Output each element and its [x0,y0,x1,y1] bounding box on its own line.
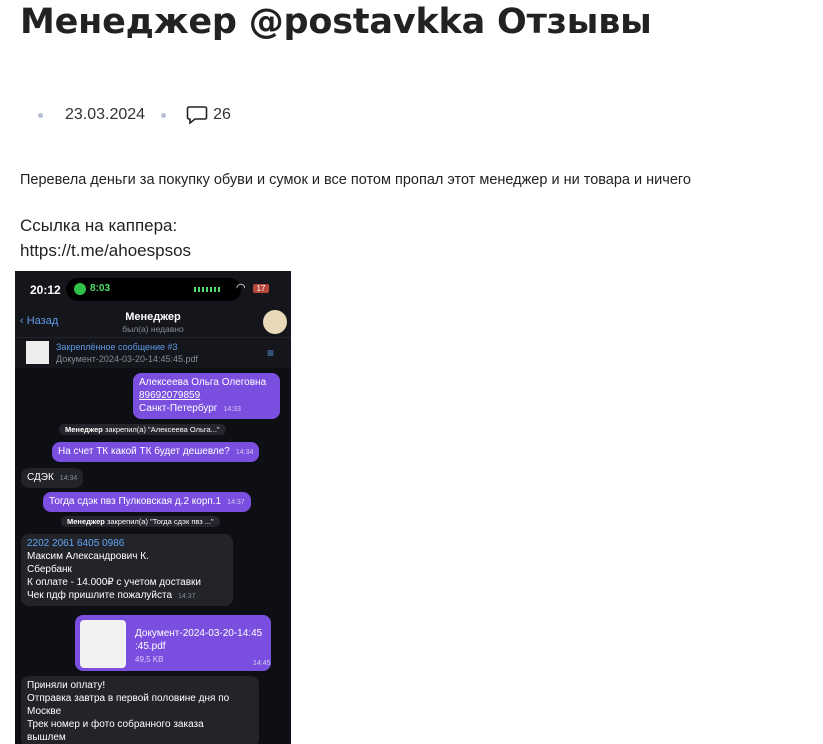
message-bubble: 2202 2061 6405 0986 Максим Александрович… [21,534,233,606]
phone-call-icon [74,283,86,295]
message-text: Отправка завтра в первой половине дня по [27,693,230,704]
system-message: Менеджер закрепил(а) "Тогда сдэк пвз ...… [61,516,220,527]
pinned-title: Закреплённое сообщение #3 [56,342,178,352]
link-label: Ссылка на каппера: [20,216,178,235]
message-bubble: Тогда сдэк пвз Пулковская д.2 корп.1 14:3… [43,492,251,512]
avatar[interactable] [263,310,287,334]
post-link[interactable]: https://t.me/ahoespsos [20,238,191,263]
message-time: 14:33 [223,406,241,413]
message-time: 14:37 [227,499,245,506]
system-actor: Менеджер [67,517,105,526]
message-text: Максим Александрович К. [27,551,149,562]
message-text: Москве [27,706,62,717]
pinned-message-bar[interactable]: Закреплённое сообщение #3 Документ-2024-… [15,337,291,368]
system-text: закрепил(а) "Тогда сдэк пвз ..." [104,517,214,526]
message-bubble: Приняли оплату! Отправка завтра в первой… [21,676,259,744]
wifi-icon: ◠ [236,282,246,294]
message-time: 14:34 [59,475,78,482]
message-time: 14:34 [235,449,254,456]
message-text: К оплате - 14.000₽ с учетом доставки [27,577,201,588]
message-bubble: СДЭК 14:34 [21,468,84,488]
message-time: 14:37 [178,593,196,600]
message-text: Сбербанк [27,564,72,575]
message-text: На счет ТК какой ТК будет дешевле? [58,446,230,457]
message-text: Трек номер и фото собранного заказа [27,719,204,730]
status-time: 20:12 [30,283,61,297]
chat-screenshot: 20:12 8:03 ◠ 17 ‹ Назад Менеджер был(а) … [15,271,291,744]
card-number[interactable]: 2202 2061 6405 0986 [27,537,227,550]
file-size: 49,5 KB [135,655,164,664]
dynamic-island: 8:03 [66,278,241,301]
meta-dot [161,112,167,118]
post-link-block: Ссылка на каппера: https://t.me/ahoespso… [20,213,191,263]
system-actor: Менеджер [65,425,103,434]
message-line: Санкт-Петербург 14:33 [139,402,274,416]
post-meta: 23.03.2024 26 [38,105,231,125]
message-line: Чек пдф пришлите пожалуйста 14:37 [27,589,227,603]
chat-header: ‹ Назад Менеджер был(а) недавно [15,307,291,337]
battery-icon: 17 [253,284,269,293]
message-time: 14:45 [253,660,271,667]
file-thumbnail [80,620,126,668]
message-text: Алексеева Ольга Олеговна [139,377,267,388]
chat-name: Менеджер [125,311,181,323]
message-text: Тогда сдэк пвз Пулковская д.2 корп.1 [49,496,222,507]
pinned-doc: Документ-2024-03-20-14:45:45.pdf [56,354,199,364]
audio-wave-icon [194,287,220,292]
system-text: закрепил(а) "Алексеева Ольга..." [102,425,220,434]
chat-status: был(а) недавно [122,324,184,334]
comment-icon [186,106,208,125]
pinned-list-icon[interactable]: ≡ [267,346,274,360]
call-time: 8:03 [90,283,111,294]
page-title: Менеджер @postavkka Отзывы [20,2,652,42]
message-phone[interactable]: 89692079859 [139,389,274,402]
meta-dot [38,112,43,118]
post-paragraph: Перевела деньги за покупку обуви и сумок… [20,172,691,188]
comments-count: 26 [213,106,231,123]
file-message[interactable]: Документ-2024-03-20-14:45 :45.pdf 49,5 K… [75,615,271,671]
file-name-cont: :45.pdf [135,641,166,652]
message-text: Санкт-Петербург [139,403,218,414]
message-bubble: На счет ТК какой ТК будет дешевле? 14:34 [52,442,260,462]
message-text: Приняли оплату! [27,680,106,691]
message-text: вышлем [27,732,66,743]
pinned-thumbnail [26,341,49,364]
file-name: Документ-2024-03-20-14:45 [135,628,263,639]
message-text: СДЭК [27,472,54,483]
comments-link[interactable]: 26 [186,105,231,125]
post-date: 23.03.2024 [65,106,146,123]
message-bubble: Алексеева Ольга Олеговна 89692079859 Сан… [133,373,280,419]
system-message: Менеджер закрепил(а) "Алексеева Ольга...… [59,424,226,435]
phone-status-bar: 20:12 8:03 ◠ 17 [15,271,291,307]
message-text: Чек пдф пришлите пожалуйста [27,590,173,601]
